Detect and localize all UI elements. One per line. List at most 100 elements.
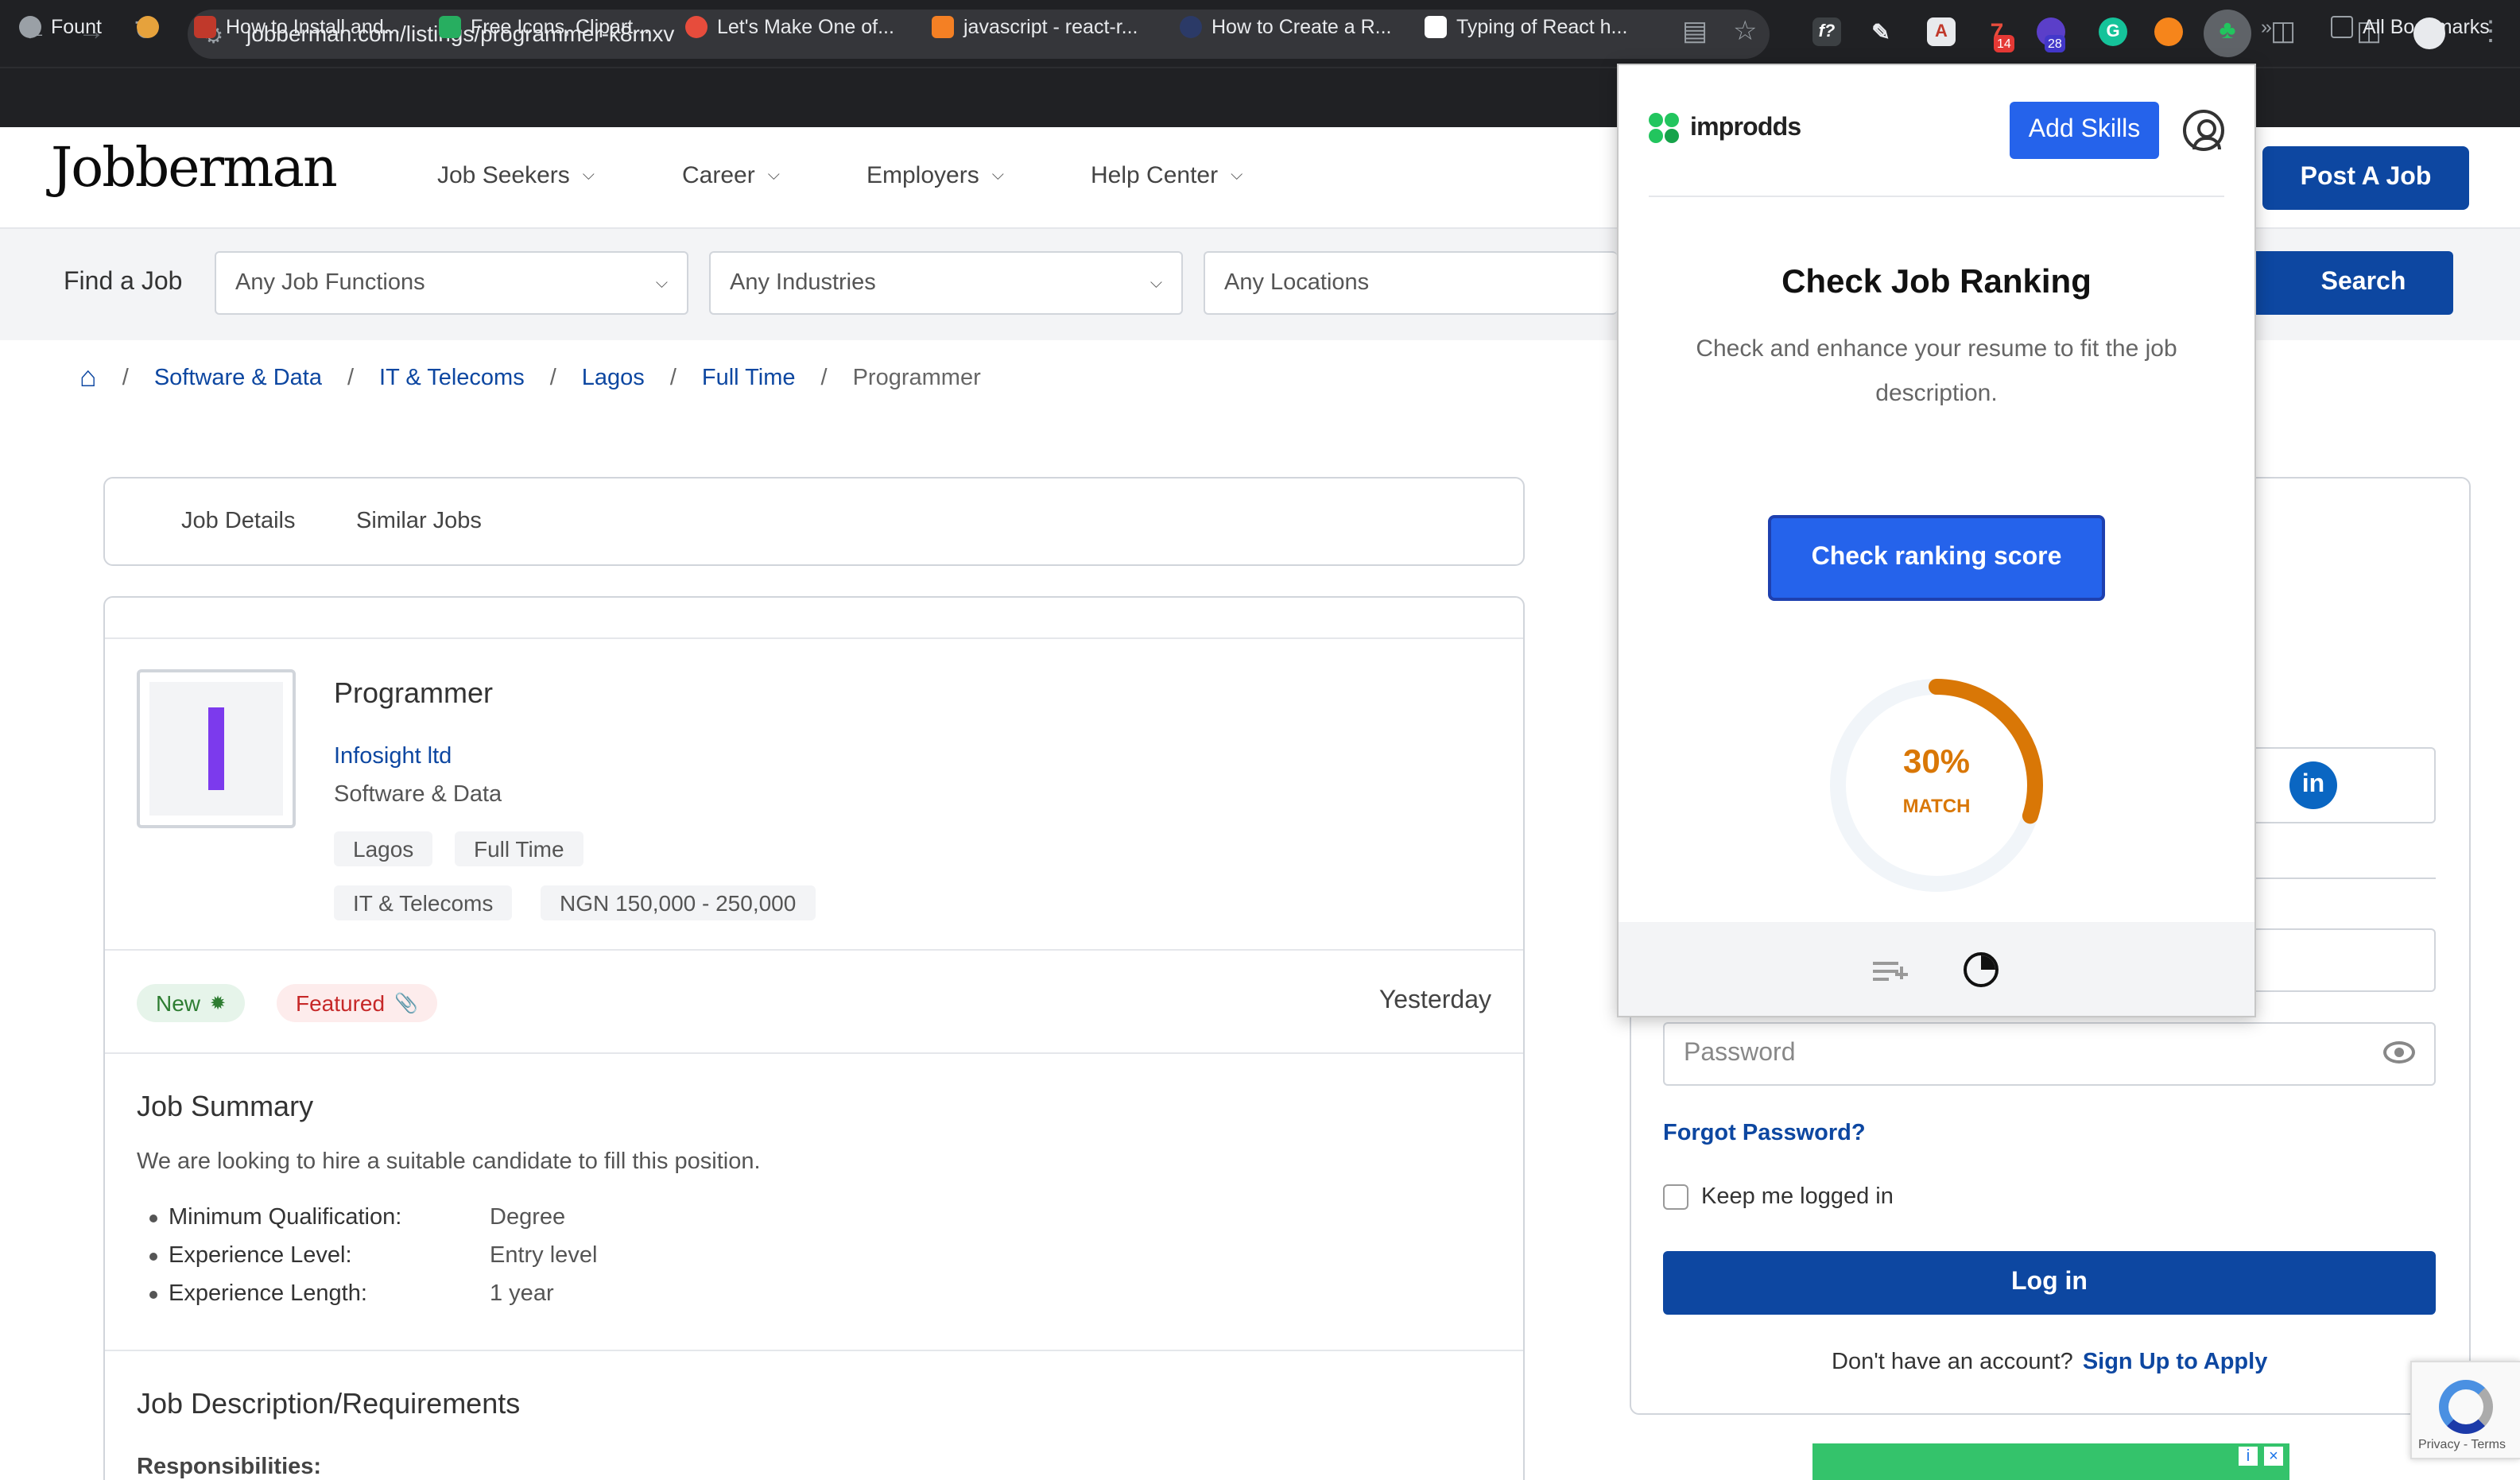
nav-employers[interactable]: Employers ⌵: [866, 162, 1004, 189]
match-percentage: 30%: [1902, 744, 1971, 781]
eye-icon[interactable]: [2383, 1041, 2415, 1064]
recaptcha-links[interactable]: Privacy - Terms: [2418, 1437, 2506, 1451]
bookmark-item[interactable]: [137, 16, 159, 38]
bookmark-item[interactable]: Free Icons, Clipart...: [439, 16, 649, 38]
folder-icon: [2331, 16, 2353, 38]
industries-select[interactable]: Any Industries ⌵: [709, 251, 1183, 315]
signup-prompt: Don't have an account? Sign Up to Apply: [1832, 1350, 2268, 1375]
chevron-down-icon: ⌵: [767, 167, 780, 184]
extension-badge-count: 28: [2045, 35, 2065, 52]
pdf-extension-icon[interactable]: A: [1927, 17, 1956, 46]
jobberman-logo[interactable]: Jobberman: [51, 137, 338, 200]
chevron-down-icon: ⌵: [582, 167, 595, 184]
divider: [2254, 878, 2436, 879]
keep-logged-in-checkbox[interactable]: [1663, 1184, 1688, 1210]
tab-job-details[interactable]: Job Details: [181, 509, 295, 534]
clover-logo-icon: [1649, 113, 1681, 145]
signup-link[interactable]: Sign Up to Apply: [2083, 1350, 2268, 1375]
bookmark-item[interactable]: Let's Make One of...: [685, 16, 894, 38]
all-bookmarks[interactable]: All Bookmarks: [2331, 16, 2490, 38]
find-job-label: Find a Job: [64, 269, 183, 296]
tag-location[interactable]: Lagos: [334, 831, 433, 866]
chevron-down-icon: ⌵: [1150, 275, 1162, 293]
formula-extension-icon[interactable]: f?: [1812, 17, 1841, 46]
extension-badge-count: 14: [1994, 35, 2014, 52]
breadcrumb-software-data[interactable]: Software & Data: [154, 365, 322, 390]
grammarly-extension-icon[interactable]: G: [2099, 17, 2127, 46]
site-icon: [439, 16, 461, 38]
match-label: MATCH: [1902, 795, 1971, 817]
bookmark-item[interactable]: Fount: [19, 16, 102, 38]
site-icon: [1180, 16, 1202, 38]
clover-icon: ♣: [2219, 17, 2236, 45]
job-tabs: Job Details Similar Jobs: [103, 477, 1525, 566]
popup-subtitle: Check and enhance your resume to fit the…: [1696, 335, 2177, 407]
pie-chart-icon[interactable]: [1964, 952, 1999, 987]
site-icon: [137, 16, 159, 38]
nav-job-seekers[interactable]: Job Seekers ⌵: [437, 162, 595, 189]
tag-industry[interactable]: IT & Telecoms: [334, 885, 513, 920]
breadcrumb-separator: /: [669, 365, 677, 390]
divider: [105, 637, 1523, 639]
breadcrumb-lagos[interactable]: Lagos: [582, 365, 645, 390]
job-description-heading: Job Description/Requirements: [137, 1388, 521, 1420]
ad-info-icon[interactable]: i: [2239, 1447, 2258, 1466]
company-logo: [137, 669, 296, 828]
metamask-extension-icon[interactable]: [2154, 17, 2183, 46]
breadcrumb-separator: /: [122, 365, 129, 390]
responsibilities-label: Responsibilities:: [137, 1455, 322, 1480]
user-account-icon[interactable]: [2183, 110, 2224, 151]
forgot-password-link[interactable]: Forgot Password?: [1663, 1121, 1866, 1146]
globe-icon: [19, 16, 41, 38]
install-app-icon[interactable]: ▤: [1682, 16, 1708, 48]
tag-job-type[interactable]: Full Time: [455, 831, 583, 866]
job-title: Programmer: [334, 677, 494, 709]
site-icon: [685, 16, 708, 38]
improdds-logo: improdds: [1649, 113, 1801, 145]
nav-career[interactable]: Career ⌵: [682, 162, 780, 189]
login-button[interactable]: Log in: [1663, 1251, 2436, 1315]
match-gauge: [1830, 679, 2043, 892]
bookmark-item[interactable]: How to Install and...: [194, 16, 401, 38]
tag-salary: NGN 150,000 - 250,000: [541, 885, 816, 920]
divider: [105, 1052, 1523, 1054]
bookmark-item[interactable]: javascript - react-r...: [932, 16, 1138, 38]
nav-help-center[interactable]: Help Center ⌵: [1091, 162, 1243, 189]
check-ranking-button[interactable]: Check ranking score: [1768, 515, 2105, 601]
job-summary-heading: Job Summary: [137, 1091, 314, 1122]
medium-icon: [1425, 16, 1447, 38]
chevron-down-icon: ⌵: [655, 275, 668, 293]
breadcrumb-it-telecoms[interactable]: IT & Telecoms: [379, 365, 525, 390]
breadcrumb-full-time[interactable]: Full Time: [702, 365, 796, 390]
divider: [105, 1350, 1523, 1351]
bookmark-star-icon[interactable]: ☆: [1733, 16, 1758, 48]
breadcrumb: ⌂ / Software & Data / IT & Telecoms / La…: [79, 361, 981, 394]
chevron-down-icon: ⌵: [991, 167, 1004, 184]
extensions-puzzle-icon[interactable]: ◫: [2270, 16, 2296, 48]
locations-select[interactable]: Any Locations: [1204, 251, 1617, 315]
site-icon: [194, 16, 216, 38]
recaptcha-icon: [2439, 1380, 2493, 1434]
paperclip-icon: 📎: [394, 992, 418, 1014]
company-link[interactable]: Infosight ltd: [334, 744, 452, 769]
ad-close-icon[interactable]: ×: [2264, 1447, 2283, 1466]
divider: [105, 949, 1523, 951]
company-industry: Software & Data: [334, 782, 502, 808]
post-job-button[interactable]: Post A Job: [2262, 146, 2469, 210]
bookmark-item[interactable]: How to Create a R...: [1180, 16, 1392, 38]
divider: [1649, 196, 2224, 197]
keep-logged-in-label[interactable]: Keep me logged in: [1701, 1184, 1894, 1210]
stackoverflow-icon: [932, 16, 954, 38]
tab-similar-jobs[interactable]: Similar Jobs: [356, 509, 482, 534]
home-icon[interactable]: ⌂: [79, 361, 97, 394]
bookmark-item[interactable]: Typing of React h...: [1425, 16, 1627, 38]
email-field[interactable]: [2242, 928, 2436, 992]
more-bookmarks-icon[interactable]: »: [2261, 16, 2272, 38]
breadcrumb-separator: /: [820, 365, 828, 390]
add-skills-button[interactable]: Add Skills: [2010, 102, 2159, 159]
advertisement-banner[interactable]: [1812, 1443, 2289, 1480]
password-field[interactable]: Password: [1663, 1022, 2436, 1086]
add-to-list-icon[interactable]: [1873, 959, 1908, 984]
color-picker-extension-icon[interactable]: ✎: [1867, 17, 1895, 46]
job-functions-select[interactable]: Any Job Functions ⌵: [215, 251, 688, 315]
